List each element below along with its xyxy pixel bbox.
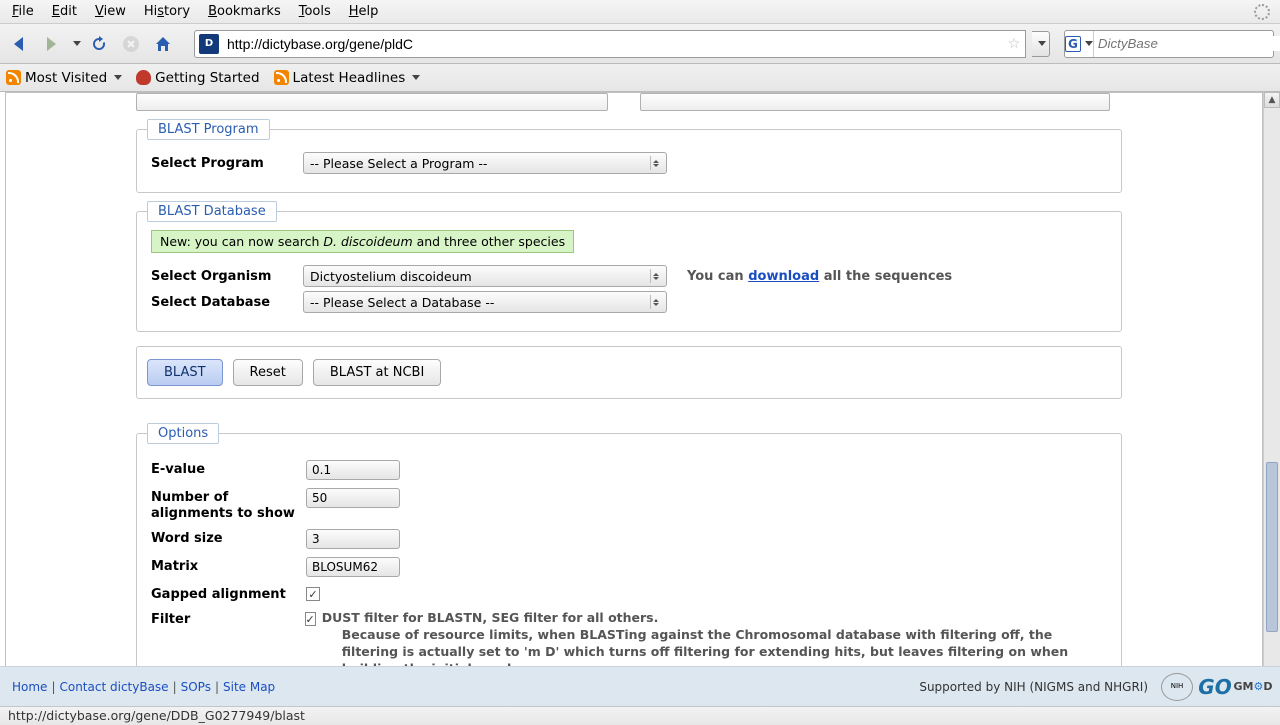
fieldset-legend: BLAST Program [147, 119, 270, 140]
reload-button[interactable] [86, 31, 112, 57]
wordsize-label: Word size [151, 529, 306, 546]
menu-help[interactable]: Help [341, 2, 387, 21]
filter-label: Filter [151, 610, 305, 627]
select-organism-label: Select Organism [151, 269, 303, 284]
scrollbar-thumb[interactable] [1266, 462, 1278, 632]
url-bar: D ☆ [194, 30, 1026, 58]
select-database-dropdown[interactable]: -- Please Select a Database -- [303, 291, 667, 313]
search-box: G 🔍 [1064, 30, 1274, 58]
matrix-label: Matrix [151, 557, 306, 574]
footer-home-link[interactable]: Home [12, 680, 47, 694]
blast-database-fieldset: BLAST Database New: you can now search D… [136, 211, 1122, 332]
footer-supported-text: Supported by NIH (NIGMS and NHGRI) [919, 680, 1148, 694]
content-viewport: BLAST Program Select Program -- Please S… [0, 92, 1280, 685]
fieldset-legend: BLAST Database [147, 201, 277, 222]
select-program-label: Select Program [151, 156, 303, 171]
search-engine-picker[interactable]: G [1065, 31, 1094, 57]
filter-checkbox[interactable]: ✓ [305, 612, 316, 626]
matrix-select[interactable]: BLOSUM62 [306, 557, 400, 577]
go-logo-icon: GO [1199, 673, 1231, 701]
gapped-checkbox[interactable]: ✓ [306, 587, 320, 601]
url-input[interactable] [223, 31, 1003, 57]
menu-history[interactable]: History [136, 2, 198, 21]
options-fieldset: Options E-value 0.1 Number of alignments… [136, 433, 1122, 685]
menu-view[interactable]: View [87, 2, 134, 21]
blast-program-fieldset: BLAST Program Select Program -- Please S… [136, 129, 1122, 193]
dropdown-value: 0.1 [312, 463, 331, 477]
wordsize-select[interactable]: 3 [306, 529, 400, 549]
chevron-updown-icon [650, 295, 660, 309]
gapped-label: Gapped alignment [151, 585, 306, 602]
menu-bookmarks[interactable]: Bookmarks [200, 2, 289, 21]
bookmark-getting-started[interactable]: Getting Started [136, 70, 259, 86]
home-button[interactable] [150, 31, 176, 57]
dropdown-value: -- Please Select a Program -- [310, 156, 487, 171]
blast-button[interactable]: BLAST [147, 359, 223, 386]
menu-file[interactable]: File [4, 2, 42, 21]
status-url-text: http://dictybase.org/gene/DDB_G0277949/b… [8, 708, 305, 723]
blast-at-ncbi-button[interactable]: BLAST at NCBI [313, 359, 441, 386]
page-body: BLAST Program Select Program -- Please S… [5, 92, 1263, 685]
footer-sitemap-link[interactable]: Site Map [223, 680, 275, 694]
nav-toolbar: D ☆ G 🔍 [0, 24, 1280, 64]
nalign-select[interactable]: 50 [306, 488, 400, 508]
forward-button[interactable] [38, 31, 64, 57]
select-database-label: Select Database [151, 295, 303, 310]
nih-logo-icon: NIH [1161, 673, 1193, 701]
vertical-scrollbar[interactable]: ▲ ▼ [1263, 92, 1280, 685]
fieldset-legend: Options [147, 423, 219, 444]
site-identity-icon[interactable]: D [199, 34, 219, 54]
rss-icon [274, 70, 289, 85]
action-button-row: BLAST Reset BLAST at NCBI [136, 346, 1122, 399]
back-button[interactable] [6, 31, 32, 57]
chevron-updown-icon [650, 156, 660, 170]
bookmark-label: Getting Started [155, 70, 259, 86]
gmod-logo-icon: GM⚙D [1237, 673, 1269, 701]
folder-icon [6, 70, 21, 85]
reset-button[interactable]: Reset [233, 359, 303, 386]
bookmark-latest-headlines[interactable]: Latest Headlines [274, 70, 421, 86]
chevron-updown-icon [650, 269, 660, 283]
bookmark-icon [136, 70, 151, 85]
evalue-label: E-value [151, 460, 306, 477]
sequence-paste-input[interactable] [640, 93, 1110, 111]
sequence-id-input[interactable] [136, 93, 608, 111]
bookmark-star-icon[interactable]: ☆ [1003, 36, 1025, 52]
stop-button[interactable] [118, 31, 144, 57]
site-footer: Home| Contact dictyBase| SOPs| Site Map … [0, 666, 1280, 706]
nalign-label: Number of alignments to show [151, 488, 306, 521]
new-species-note: New: you can now search D. discoideum an… [151, 230, 574, 253]
bookmark-label: Latest Headlines [293, 70, 406, 86]
menu-edit[interactable]: Edit [44, 2, 85, 21]
activity-throbber-icon [1254, 4, 1270, 20]
select-organism-dropdown[interactable]: Dictyostelium discoideum [303, 265, 667, 287]
dropdown-value: -- Please Select a Database -- [310, 295, 494, 310]
menu-bar: File Edit View History Bookmarks Tools H… [0, 0, 1280, 24]
scroll-up-icon[interactable]: ▲ [1264, 92, 1280, 108]
footer-contact-link[interactable]: Contact dictyBase [59, 680, 168, 694]
bookmark-most-visited[interactable]: Most Visited [6, 70, 122, 86]
menu-tools[interactable]: Tools [291, 2, 339, 21]
dropdown-value: 50 [312, 491, 327, 505]
top-input-row [136, 93, 1262, 111]
download-sequences-text: You can download all the sequences [687, 269, 952, 284]
download-link[interactable]: download [748, 269, 819, 284]
dropdown-value: Dictyostelium discoideum [310, 269, 472, 284]
history-dropdown-button[interactable] [70, 41, 80, 46]
evalue-select[interactable]: 0.1 [306, 460, 400, 480]
status-bar: http://dictybase.org/gene/DDB_G0277949/b… [0, 706, 1280, 725]
dropdown-value: BLOSUM62 [312, 560, 378, 574]
bookmark-label: Most Visited [25, 70, 107, 86]
dropdown-value: 3 [312, 532, 320, 546]
search-input[interactable] [1094, 36, 1280, 51]
bookmarks-toolbar: Most Visited Getting Started Latest Head… [0, 64, 1280, 92]
url-history-dropdown[interactable] [1032, 31, 1050, 57]
select-program-dropdown[interactable]: -- Please Select a Program -- [303, 152, 667, 174]
footer-sops-link[interactable]: SOPs [181, 680, 211, 694]
